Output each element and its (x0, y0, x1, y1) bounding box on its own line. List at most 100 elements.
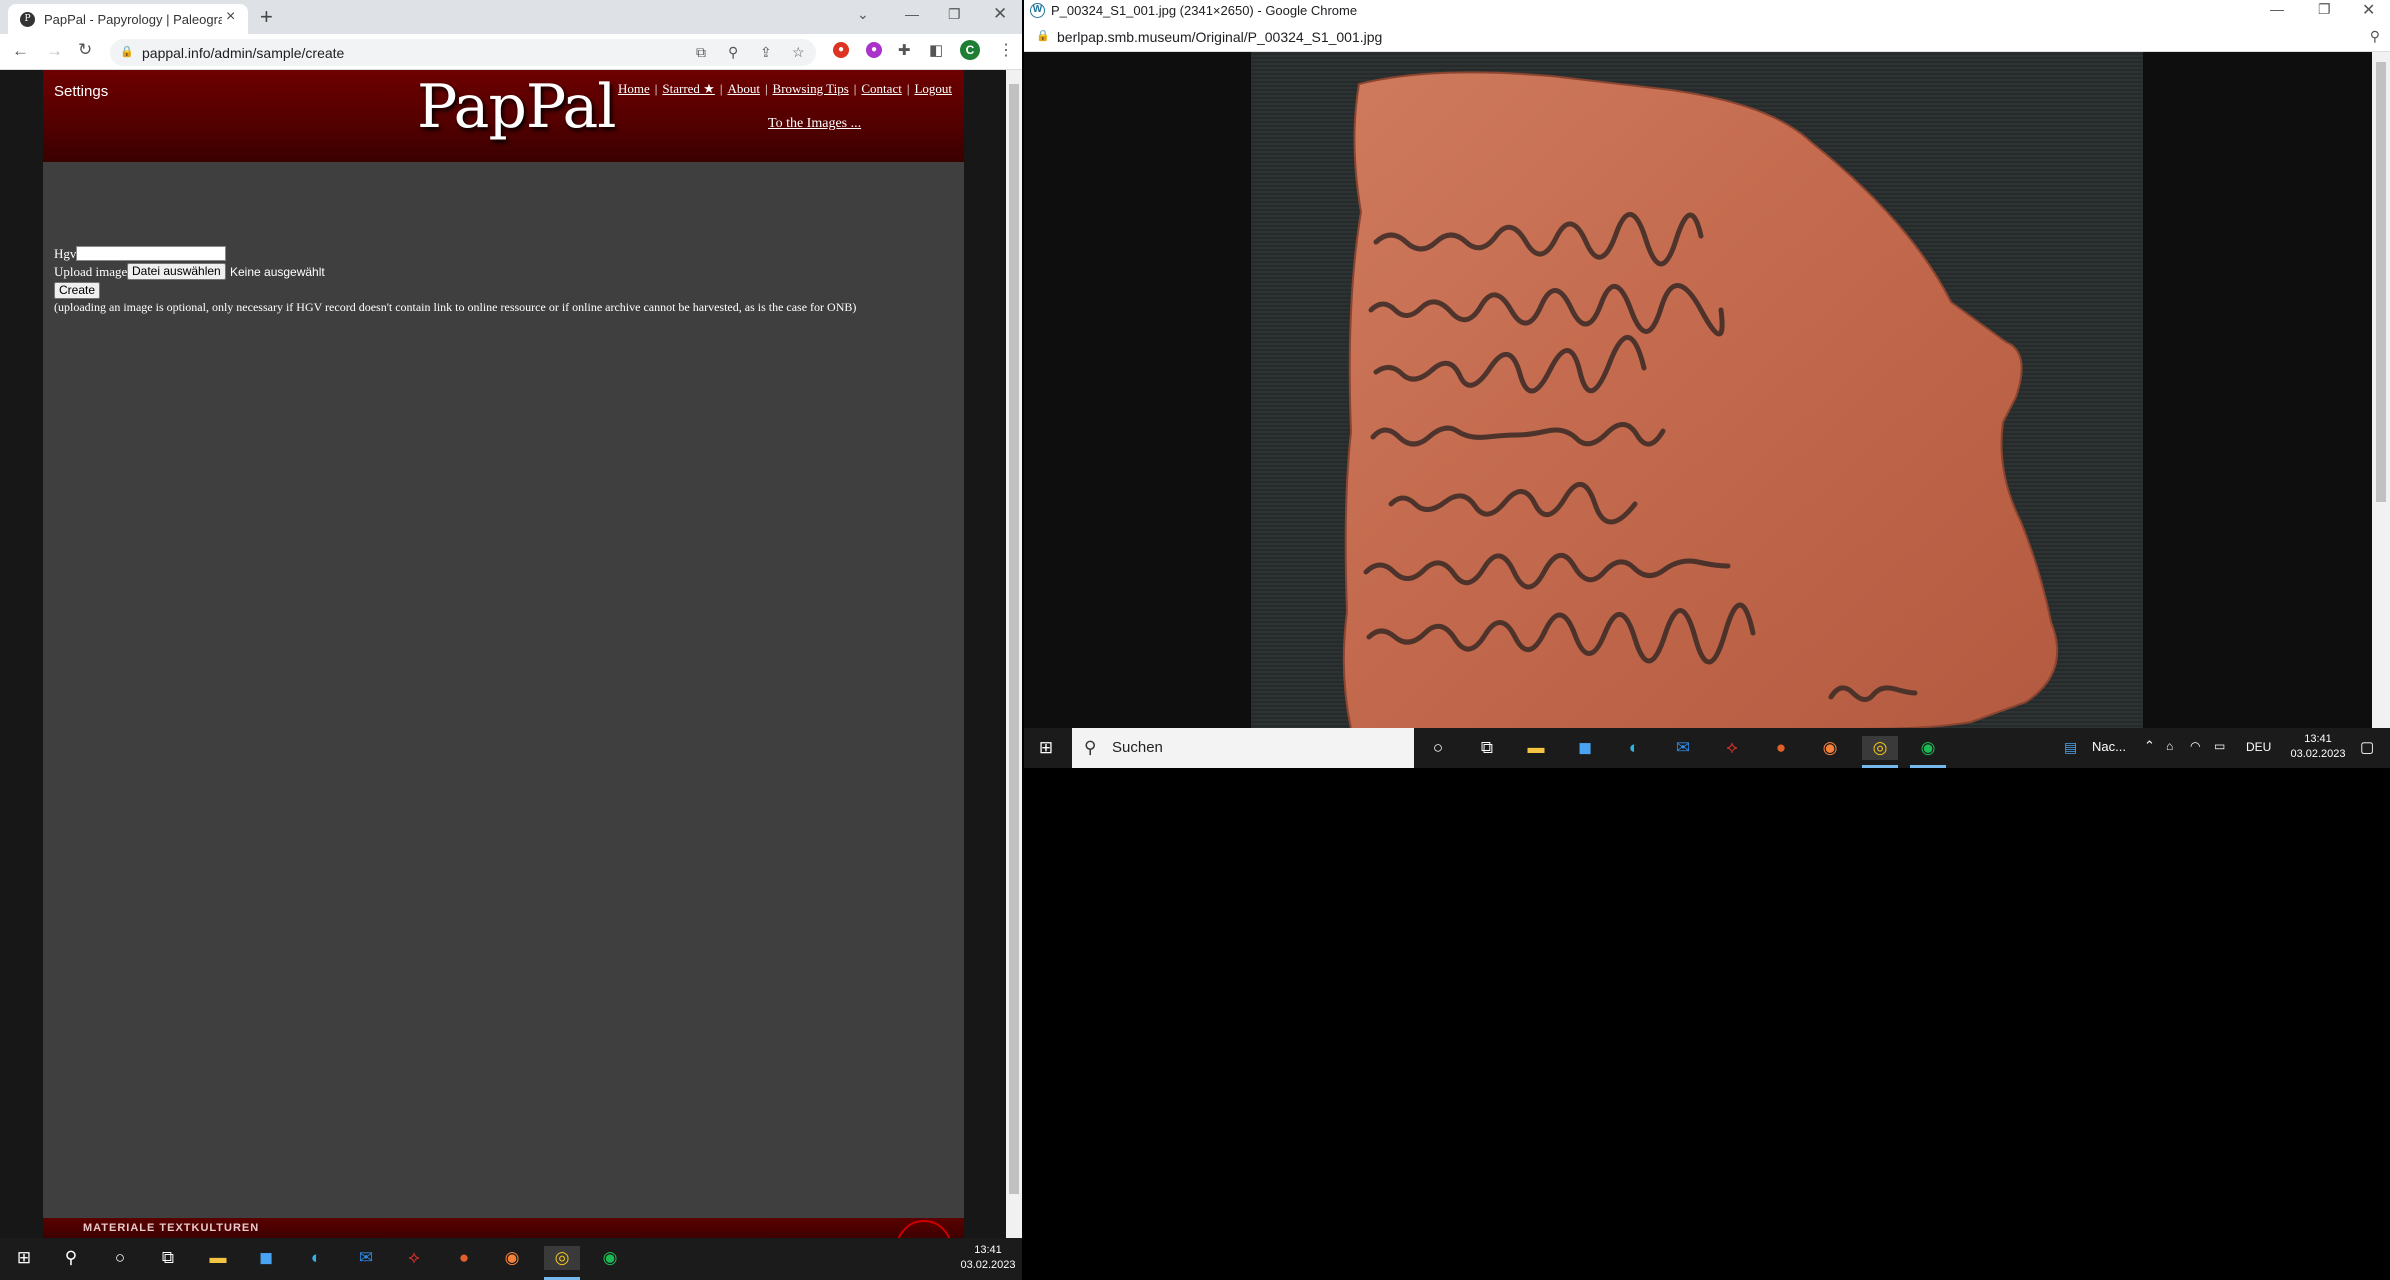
chrome-menu-icon[interactable]: ⋮ (998, 40, 1014, 60)
cortana-icon[interactable]: ○ (1426, 736, 1450, 760)
pappal-favicon-icon: P (20, 12, 35, 27)
zoom-icon[interactable]: ⚲ (2370, 28, 2380, 45)
address-bar-row: 🔒 berlpap.smb.museum/Original/P_00324_S1… (1024, 22, 2390, 52)
chrome-icon[interactable]: ◎ (1862, 736, 1898, 760)
upload-image-label: Upload image (54, 264, 128, 279)
right-taskbar: ⊞ ⚲ Suchen ○ ⧉ ▬ ◼ ◐ ✉ ⟡ ● ◉ ◎ ◉ ▤ Nac..… (1024, 728, 2390, 768)
edge-icon[interactable]: ◐ (1622, 736, 1646, 760)
translate-icon[interactable]: ⧉ (696, 44, 706, 61)
tab-title: PapPal - Papyrology | Paleograph (44, 12, 222, 27)
spotify-icon[interactable]: ◉ (598, 1246, 622, 1270)
upload-note: (uploading an image is optional, only ne… (54, 300, 857, 314)
mail-icon[interactable]: ✉ (354, 1246, 378, 1270)
store-icon[interactable]: ◼ (254, 1246, 278, 1270)
wifi-icon[interactable]: ◠ (2190, 739, 2200, 753)
right-scrollbar[interactable] (2372, 52, 2390, 729)
network-icon[interactable]: ⌂ (2166, 739, 2173, 753)
close-window-icon[interactable]: ✕ (993, 4, 1007, 24)
tab-search-icon[interactable]: ⌄ (857, 6, 869, 23)
search-icon[interactable]: ⚲ (59, 1246, 83, 1270)
right-browser-window: W P_00324_S1_001.jpg (2341×2650) - Googl… (1024, 0, 2390, 730)
windows-start-icon[interactable]: ⊞ (12, 1246, 36, 1270)
chrome-icon[interactable]: ◎ (544, 1246, 580, 1270)
back-icon[interactable]: ← (12, 41, 29, 61)
mail-icon[interactable]: ✉ (1671, 736, 1695, 760)
acrobat-icon[interactable]: ⟡ (402, 1246, 426, 1270)
notification-icon[interactable]: ▢ (2360, 738, 2374, 756)
window-title: P_00324_S1_001.jpg (2341×2650) - Google … (1051, 3, 1358, 18)
firefox-icon[interactable]: ◉ (1818, 736, 1842, 760)
site-logo[interactable]: PapPal (417, 72, 616, 142)
edge-icon[interactable]: ◐ (304, 1246, 328, 1270)
extension-red-icon[interactable]: ● (833, 42, 849, 58)
new-tab-button[interactable]: + (260, 4, 273, 30)
nav-about[interactable]: About (727, 81, 760, 96)
widgets-icon[interactable]: ▤ (2064, 739, 2077, 756)
task-view-icon[interactable]: ⧉ (1475, 736, 1499, 760)
reload-icon[interactable]: ↻ (78, 40, 92, 60)
settings-link[interactable]: Settings (54, 83, 108, 100)
zoom-icon[interactable]: ⚲ (728, 44, 738, 61)
hgv-label: Hgv (54, 246, 77, 261)
footer-text: MATERIALE TEXTKULTUREN (83, 1222, 260, 1234)
file-explorer-icon[interactable]: ▬ (206, 1246, 230, 1270)
site-header: Settings PapPal Home | Starred ★ | About | Bro… (43, 70, 964, 162)
hgv-input[interactable] (76, 246, 226, 261)
minimize-icon[interactable]: — (905, 6, 919, 22)
restore-icon[interactable]: ❐ (2318, 1, 2331, 18)
widgets-label[interactable]: Nac... (2092, 739, 2126, 754)
choose-file-button[interactable]: Datei auswählen (127, 263, 226, 280)
wordpress-favicon-icon: W (1030, 3, 1045, 18)
scroll-thumb[interactable] (1009, 84, 1019, 1194)
extensions-puzzle-icon[interactable]: ✚ (898, 41, 911, 59)
forward-icon[interactable]: → (46, 41, 63, 61)
to-images-link[interactable]: To the Images ... (768, 116, 861, 132)
acrobat-icon[interactable]: ⟡ (1720, 736, 1744, 760)
cortana-icon[interactable]: ○ (108, 1246, 132, 1270)
footer-logo (896, 1220, 952, 1238)
right-clock-date: 03.02.2023 (2290, 748, 2346, 760)
battery-icon[interactable]: ▭ (2214, 739, 2225, 753)
lock-icon: 🔒 (1036, 30, 1050, 42)
restore-icon[interactable]: ❐ (948, 6, 961, 23)
nav-starred[interactable]: Starred ★ (662, 81, 714, 96)
firefox-icon[interactable]: ◉ (500, 1246, 524, 1270)
left-scrollbar[interactable] (1006, 70, 1022, 1238)
share-icon[interactable]: ⇪ (760, 44, 772, 61)
side-panel-icon[interactable]: ◧ (929, 41, 943, 59)
ostracon-photo[interactable] (1251, 52, 2143, 730)
chevron-up-icon[interactable]: ⌃ (2144, 738, 2155, 754)
file-status-text: Keine ausgewählt (230, 265, 325, 279)
create-button[interactable]: Create (54, 282, 101, 299)
powerpoint-icon[interactable]: ● (452, 1246, 476, 1270)
extension-purple-icon[interactable]: ● (866, 42, 882, 58)
language-indicator[interactable]: DEU (2246, 740, 2271, 754)
close-window-icon[interactable]: ✕ (2362, 0, 2375, 20)
minimize-icon[interactable]: — (2270, 1, 2284, 17)
url-text[interactable]: berlpap.smb.museum/Original/P_00324_S1_0… (1057, 29, 1382, 45)
taskbar-search-box[interactable]: ⚲ Suchen (1072, 728, 1414, 768)
profile-avatar[interactable]: C (960, 40, 980, 60)
windows-start-icon[interactable]: ⊞ (1034, 736, 1058, 760)
file-explorer-icon[interactable]: ▬ (1524, 736, 1548, 760)
title-bar: W P_00324_S1_001.jpg (2341×2650) - Googl… (1024, 0, 2390, 22)
nav-browsing-tips[interactable]: Browsing Tips (773, 81, 849, 96)
task-view-icon[interactable]: ⧉ (156, 1246, 180, 1270)
powerpoint-icon[interactable]: ● (1769, 736, 1793, 760)
tab-pappal[interactable]: P PapPal - Papyrology | Paleograph × (8, 4, 248, 34)
bookmark-star-icon[interactable]: ☆ (792, 44, 805, 61)
close-tab-icon[interactable]: × (226, 8, 235, 26)
left-clock[interactable]: 13:41 03.02.2023 (958, 1243, 1018, 1273)
nav-contact[interactable]: Contact (861, 81, 901, 96)
scroll-thumb[interactable] (2376, 62, 2386, 502)
nav-logout[interactable]: Logout (914, 81, 952, 96)
omnibox[interactable]: 🔒 pappal.info/admin/sample/create ⧉ ⚲ ⇪ … (110, 39, 816, 66)
url-text: pappal.info/admin/sample/create (142, 45, 345, 61)
lock-icon: 🔒 (120, 46, 134, 58)
right-clock[interactable]: 13:41 03.02.2023 (2286, 732, 2350, 762)
nav-home[interactable]: Home (618, 81, 650, 96)
spotify-icon[interactable]: ◉ (1916, 736, 1940, 760)
search-placeholder: Suchen (1112, 739, 1163, 756)
top-nav: Home | Starred ★ | About | Browsing Tips | Conta… (617, 81, 952, 96)
store-icon[interactable]: ◼ (1573, 736, 1597, 760)
